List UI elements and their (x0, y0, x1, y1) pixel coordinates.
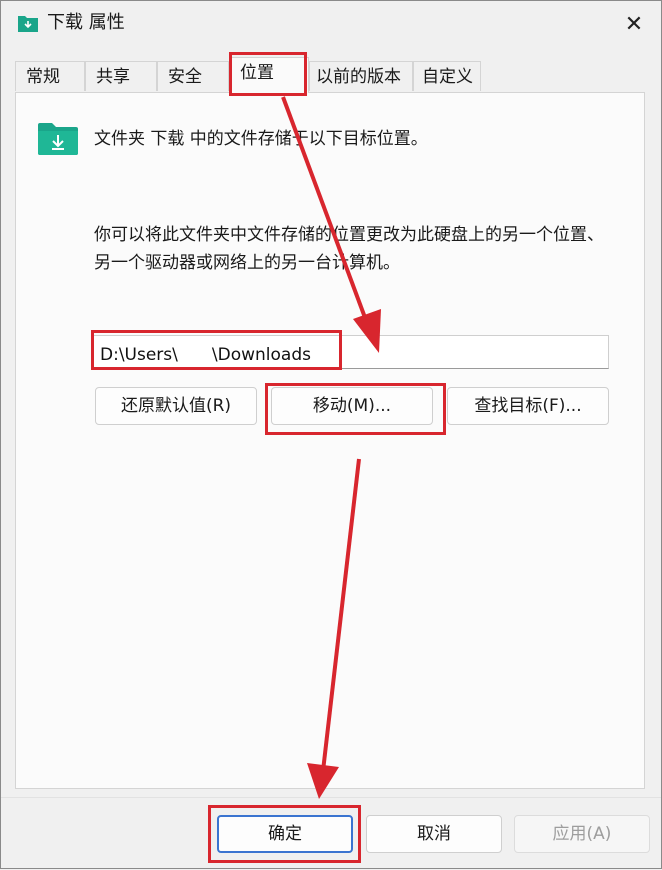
location-info-text: 文件夹 下载 中的文件存储于以下目标位置。 (94, 129, 428, 149)
location-panel (15, 92, 645, 789)
tab-sharing[interactable]: 共享 (85, 61, 157, 91)
tab-label: 以前的版本 (316, 67, 401, 87)
highlight-ok-button (208, 805, 361, 863)
apply-button[interactable]: 应用(A) (514, 815, 650, 853)
tab-label: 安全 (168, 67, 202, 87)
title-bar: 下载 属性 ✕ (1, 1, 661, 47)
highlight-location-tab (229, 52, 307, 96)
tab-previous-versions[interactable]: 以前的版本 (309, 61, 413, 91)
location-description: 你可以将此文件夹中文件存储的位置更改为此硬盘上的另一个位置、另一个驱动器或网络上… (94, 225, 604, 273)
cancel-button[interactable]: 取消 (366, 815, 502, 853)
tab-security[interactable]: 安全 (157, 61, 229, 91)
find-target-button[interactable]: 查找目标(F)... (447, 387, 609, 425)
tab-customize[interactable]: 自定义 (413, 61, 481, 91)
highlight-path-input (91, 330, 342, 370)
tab-label: 共享 (96, 67, 130, 87)
close-icon: ✕ (624, 11, 644, 37)
footer-divider (1, 797, 661, 798)
restore-default-button[interactable]: 还原默认值(R) (95, 387, 257, 425)
tab-label: 常规 (26, 67, 60, 87)
downloads-folder-icon (18, 16, 38, 32)
window-title: 下载 属性 (47, 12, 125, 33)
tab-general[interactable]: 常规 (15, 61, 85, 91)
downloads-folder-large-icon (38, 123, 78, 155)
tab-label: 自定义 (422, 67, 473, 87)
properties-dialog: 下载 属性 ✕ 常规 共享 安全 位置 以前的版本 自定义 文件夹 下载 中的文… (0, 0, 662, 869)
highlight-move-button (265, 383, 446, 435)
close-button[interactable]: ✕ (619, 9, 649, 39)
